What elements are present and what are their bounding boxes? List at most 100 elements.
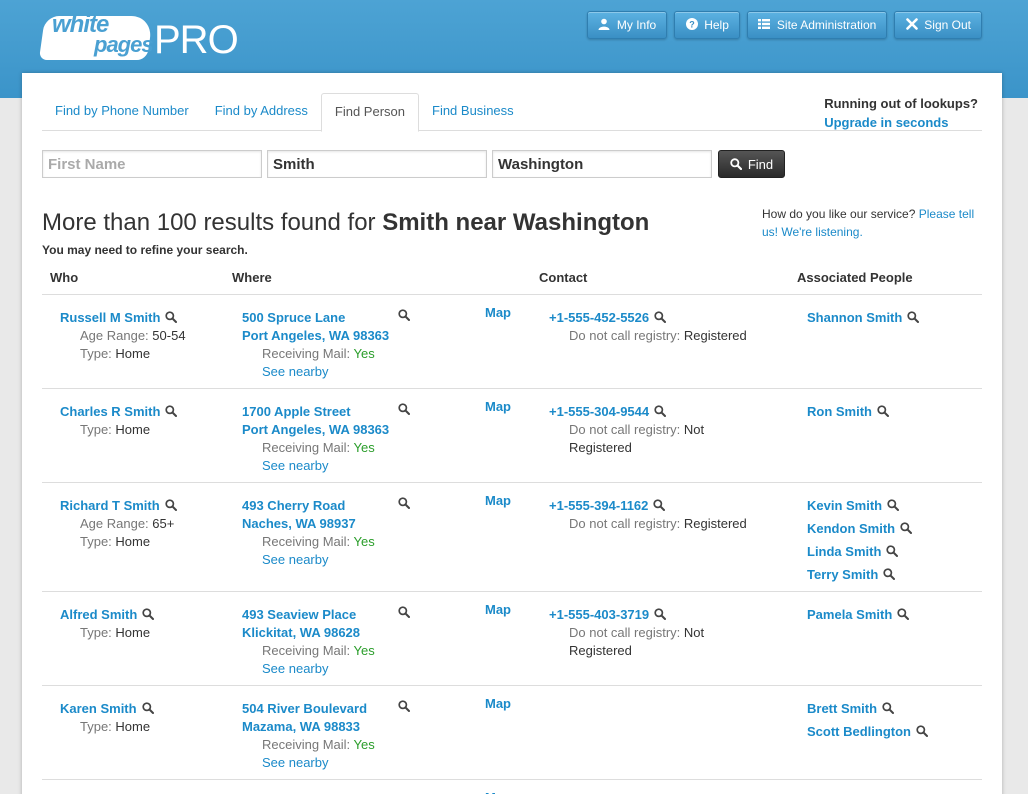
who-cell: Russell M Smith Age Range: 50-54 Type: Hom… xyxy=(60,309,230,363)
map-link[interactable]: Map xyxy=(485,696,511,711)
associated-person-link[interactable]: Ron Smith xyxy=(807,404,872,419)
where-cell: 493 Cherry Road Naches, WA 98937 Receiving… xyxy=(242,497,472,569)
map-link[interactable]: Map xyxy=(485,493,511,508)
see-nearby-link[interactable]: See nearby xyxy=(262,552,329,567)
tab-find-by-phone[interactable]: Find by Phone Number xyxy=(42,93,202,131)
search-icon[interactable] xyxy=(398,497,410,509)
phone-link[interactable]: +1-555-394-1162 xyxy=(549,498,648,513)
search-icon[interactable] xyxy=(165,405,178,417)
associated-person-link[interactable]: Pamela Smith xyxy=(807,607,892,622)
search-icon[interactable] xyxy=(165,311,178,323)
type-label: Type: xyxy=(80,719,112,734)
who-cell: Alfred Smith Type: Home xyxy=(60,606,230,642)
search-icon[interactable] xyxy=(907,311,920,323)
tab-find-person[interactable]: Find Person xyxy=(320,93,419,132)
search-icon[interactable] xyxy=(654,311,667,323)
search-icon[interactable] xyxy=(398,403,410,415)
map-link[interactable]: Map xyxy=(485,399,511,414)
tab-find-business[interactable]: Find Business xyxy=(419,93,527,131)
street-link[interactable]: 493 Seaview Place xyxy=(242,606,356,624)
search-icon[interactable] xyxy=(877,405,889,417)
help-button[interactable]: ? Help xyxy=(674,11,740,39)
upgrade-link[interactable]: Upgrade in seconds xyxy=(824,115,948,130)
find-button[interactable]: Find xyxy=(718,150,785,178)
location-input[interactable] xyxy=(492,150,712,178)
associated-person-link[interactable]: Terry Smith xyxy=(807,567,878,582)
map-cell: Map xyxy=(485,492,511,510)
city-link[interactable]: Klickitat, WA 98628 xyxy=(242,625,360,640)
search-icon[interactable] xyxy=(653,499,666,511)
person-name-link[interactable]: Charles R Smith xyxy=(60,404,160,419)
associated-cell: Brett Smith Scott Bedlington xyxy=(807,700,977,746)
see-nearby-link[interactable]: See nearby xyxy=(262,458,329,473)
feedback-question: How do you like our service? xyxy=(762,207,916,221)
receiving-mail-label: Receiving Mail: xyxy=(262,737,351,752)
see-nearby-link[interactable]: See nearby xyxy=(262,661,329,676)
city-link[interactable]: Mazama, WA 98833 xyxy=(242,719,360,734)
phone-link[interactable]: +1-555-304-9544 xyxy=(549,404,649,419)
person-name-link[interactable]: Russell M Smith xyxy=(60,310,160,325)
site-administration-label: Site Administration xyxy=(776,18,877,32)
city-link[interactable]: Port Angeles, WA 98363 xyxy=(242,422,389,437)
search-icon[interactable] xyxy=(886,545,899,557)
person-name-link[interactable]: Alfred Smith xyxy=(60,607,137,622)
person-name-link[interactable]: Richard T Smith xyxy=(60,498,160,513)
column-associated: Associated People xyxy=(797,270,913,285)
map-link[interactable]: Map xyxy=(485,790,511,794)
type-label: Type: xyxy=(80,346,112,361)
my-info-button[interactable]: My Info xyxy=(586,11,668,39)
search-icon[interactable] xyxy=(398,700,410,712)
associated-person-link[interactable]: Scott Bedlington xyxy=(807,724,911,739)
search-icon[interactable] xyxy=(882,702,895,714)
street-link[interactable]: 493 Cherry Road xyxy=(242,497,345,515)
associated-person-link[interactable]: Kevin Smith xyxy=(807,498,882,513)
associated-person-link[interactable]: Kendon Smith xyxy=(807,521,895,536)
search-icon[interactable] xyxy=(141,702,154,714)
see-nearby-link[interactable]: See nearby xyxy=(262,364,329,379)
search-icon[interactable] xyxy=(916,725,928,737)
search-icon[interactable] xyxy=(887,499,900,511)
results-heading: More than 100 results found for Smith ne… xyxy=(42,209,649,237)
see-nearby-link[interactable]: See nearby xyxy=(262,755,329,770)
search-icon[interactable] xyxy=(398,309,410,321)
search-icon[interactable] xyxy=(654,405,667,417)
where-cell: 493 Seaview Place Klickitat, WA 98628 Rece… xyxy=(242,606,472,678)
associated-person-link[interactable]: Linda Smith xyxy=(807,544,881,559)
search-icon[interactable] xyxy=(883,568,896,580)
last-name-input[interactable] xyxy=(267,150,487,178)
search-icon[interactable] xyxy=(165,499,177,511)
search-icon[interactable] xyxy=(900,522,913,534)
map-link[interactable]: Map xyxy=(485,602,511,617)
associated-person-link[interactable]: Brett Smith xyxy=(807,701,877,716)
street-link[interactable]: 500 Spruce Lane xyxy=(242,309,345,327)
search-form: Find xyxy=(42,150,785,178)
who-cell: Charles R Smith Type: Home xyxy=(60,403,230,439)
whitepages-pro-logo[interactable]: white pages PRO xyxy=(38,12,239,62)
close-icon xyxy=(905,18,918,32)
site-administration-button[interactable]: Site Administration xyxy=(746,11,888,39)
search-icon xyxy=(730,158,742,170)
city-link[interactable]: Port Angeles, WA 98363 xyxy=(242,328,389,343)
first-name-input[interactable] xyxy=(42,150,262,178)
search-icon[interactable] xyxy=(398,606,410,618)
person-name-link[interactable]: Karen Smith xyxy=(60,701,137,716)
age-range-label: Age Range: xyxy=(80,516,149,531)
associated-person-link[interactable]: Shannon Smith xyxy=(807,310,902,325)
phone-link[interactable]: +1-555-403-3719 xyxy=(549,607,649,622)
street-link[interactable]: 504 River Boulevard xyxy=(242,700,367,718)
city-link[interactable]: Naches, WA 98937 xyxy=(242,516,356,531)
type-value: Home xyxy=(115,346,151,361)
tab-find-by-address[interactable]: Find by Address xyxy=(202,93,321,131)
column-who: Who xyxy=(50,270,79,285)
street-link[interactable]: 1700 Apple Street xyxy=(242,403,351,421)
age-range-label: Age Range: xyxy=(80,328,149,343)
my-info-label: My Info xyxy=(616,18,657,32)
search-icon[interactable] xyxy=(142,608,155,620)
contact-cell: +1-555-304-9544 Do not call registry: Not… xyxy=(549,403,779,457)
search-icon[interactable] xyxy=(897,608,910,620)
sign-out-button[interactable]: Sign Out xyxy=(894,11,982,39)
phone-link[interactable]: +1-555-452-5526 xyxy=(549,310,649,325)
map-link[interactable]: Map xyxy=(485,305,511,320)
search-icon[interactable] xyxy=(654,608,667,620)
where-cell: 504 River Boulevard Mazama, WA 98833 Recei… xyxy=(242,700,472,772)
